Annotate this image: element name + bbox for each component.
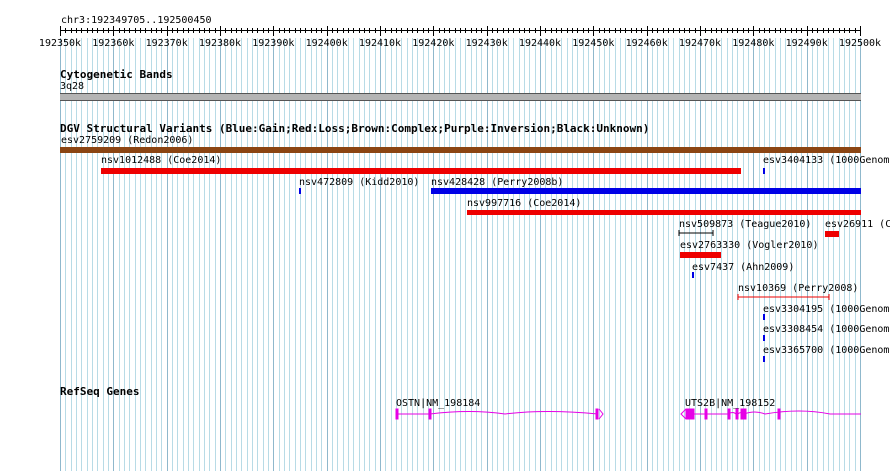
track-title-dgv: DGV Structural Variants (Blue:Gain;Red:L… bbox=[60, 122, 650, 135]
sv-label: esv3365700 (1000Genome bbox=[763, 345, 890, 356]
sv-bar-gain[interactable] bbox=[299, 188, 301, 194]
cytoband-bar[interactable] bbox=[60, 93, 861, 101]
ruler-tick-label: 192460k bbox=[626, 38, 668, 49]
ruler-tick-label: 192380k bbox=[199, 38, 241, 49]
ruler-tick-label: 192350k bbox=[39, 38, 81, 49]
coordinate-ruler[interactable]: 192350k 192360k 192370k 192380k 192390k 19240… bbox=[0, 0, 890, 60]
sv-bar-loss[interactable] bbox=[101, 168, 741, 174]
refseq-gene-models[interactable] bbox=[0, 380, 890, 440]
sv-bar-gain[interactable] bbox=[763, 335, 765, 341]
sv-label: nsv997716 (Coe2014) bbox=[467, 198, 582, 209]
ruler-tick-label: 192360k bbox=[92, 38, 134, 49]
sv-label: esv26911 (C bbox=[825, 219, 890, 230]
ruler-tick-label: 192410k bbox=[359, 38, 401, 49]
sv-bar-gain[interactable] bbox=[431, 188, 861, 194]
gene-model-uts2b bbox=[680, 408, 861, 420]
sv-bar-gain[interactable] bbox=[763, 356, 765, 362]
sv-label: esv3304195 (1000Genome bbox=[763, 304, 890, 315]
ruler-tick-label: 192390k bbox=[252, 38, 294, 49]
ruler-tick-label: 192420k bbox=[412, 38, 454, 49]
cytoband-label: 3q28 bbox=[60, 81, 85, 92]
sv-bar-loss[interactable] bbox=[680, 252, 721, 258]
sv-label: esv2763330 (Vogler2010) bbox=[680, 240, 819, 251]
sv-label: esv3404133 (1000Genome bbox=[763, 155, 890, 166]
sv-label: esv7437 (Ahn2009) bbox=[692, 262, 795, 273]
ruler-tick-label: 192470k bbox=[679, 38, 721, 49]
sv-label: nsv1012488 (Coe2014) bbox=[101, 155, 222, 166]
sv-label: esv3308454 (1000Genome bbox=[763, 324, 890, 335]
sv-bar-loss[interactable] bbox=[737, 293, 830, 301]
location-label: chr3:192349705..192500450 bbox=[61, 15, 212, 26]
ruler-tick-label: 192430k bbox=[466, 38, 508, 49]
sv-bar-loss[interactable] bbox=[825, 231, 839, 237]
ruler-tick-label: 192440k bbox=[519, 38, 561, 49]
ruler-tick-label: 192400k bbox=[306, 38, 348, 49]
ruler-tick-label: 192450k bbox=[572, 38, 614, 49]
sv-bar-gain[interactable] bbox=[763, 314, 765, 320]
sv-label: nsv472809 (Kidd2010) bbox=[299, 177, 420, 188]
sv-bar-gain[interactable] bbox=[763, 168, 765, 174]
sv-bar-complex[interactable] bbox=[60, 147, 861, 153]
ruler-tick-label: 192370k bbox=[146, 38, 188, 49]
gene-model-ostn bbox=[395, 408, 604, 420]
sv-bar-unknown[interactable] bbox=[678, 229, 714, 237]
ruler-tick-label: 192490k bbox=[786, 38, 828, 49]
sv-bar-loss[interactable] bbox=[467, 210, 861, 215]
sv-label: esv2759209 (Redon2006) bbox=[61, 135, 194, 146]
ruler-tick-label: 192500k bbox=[839, 38, 881, 49]
track-title-cytogenetic-bands: Cytogenetic Bands bbox=[60, 68, 173, 81]
ruler-tick-label: 192480k bbox=[732, 38, 774, 49]
sv-bar-gain[interactable] bbox=[692, 272, 694, 278]
